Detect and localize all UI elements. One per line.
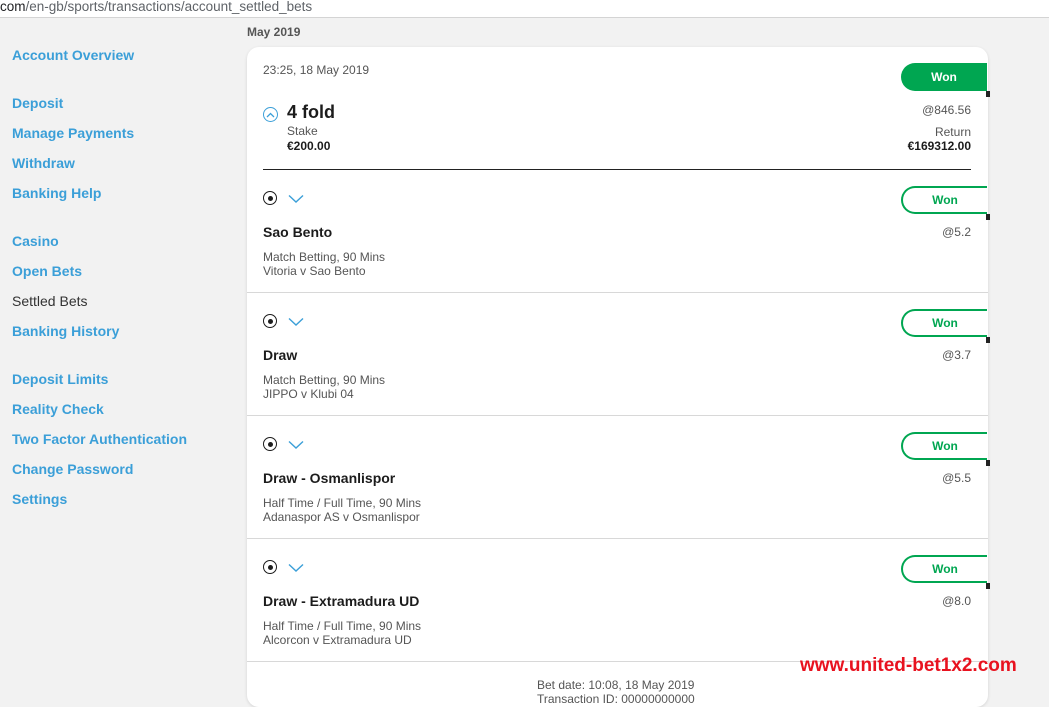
address-bar[interactable]: com/en-gb/sports/transactions/account_se… bbox=[0, 0, 1049, 18]
url-domain: com bbox=[0, 0, 26, 14]
bet-leg: Won Draw @3.7 Match Betting, 90 Mins JIP… bbox=[247, 293, 990, 416]
leg-odds: @5.2 bbox=[942, 225, 971, 239]
sidebar-item-reality-check[interactable]: Reality Check bbox=[12, 401, 104, 417]
leg-market: Match Betting, 90 Mins bbox=[263, 250, 386, 264]
leg-selection: Draw - Osmanlispor bbox=[263, 470, 396, 486]
return-label: Return bbox=[934, 125, 971, 139]
badge-corner bbox=[986, 337, 990, 343]
sidebar-item-change-password[interactable]: Change Password bbox=[12, 461, 133, 477]
url-path: /en-gb/sports/transactions/account_settl… bbox=[25, 0, 313, 14]
chevron-down-icon[interactable] bbox=[288, 317, 304, 327]
stake-value: €200.00 bbox=[287, 139, 331, 153]
leg-selection: Draw bbox=[263, 347, 298, 363]
bet-leg: Won Draw - Extramadura UD @8.0 Half Time… bbox=[247, 539, 990, 662]
sidebar-item-settled-bets[interactable]: Settled Bets bbox=[12, 293, 88, 309]
sidebar-item-withdraw[interactable]: Withdraw bbox=[12, 155, 75, 171]
transaction-id: Transaction ID: 00000000000 bbox=[537, 692, 695, 706]
leg-event: JIPPO v Klubi 04 bbox=[263, 387, 354, 401]
leg-odds: @5.5 bbox=[942, 471, 971, 485]
leg-status-badge: Won bbox=[901, 309, 987, 337]
badge-corner bbox=[986, 214, 990, 220]
sidebar-item-two-factor-authentication[interactable]: Two Factor Authentication bbox=[12, 431, 187, 447]
leg-status-badge: Won bbox=[901, 186, 987, 214]
football-icon bbox=[263, 314, 277, 328]
leg-selection: Draw - Extramadura UD bbox=[263, 593, 420, 609]
sidebar-item-deposit[interactable]: Deposit bbox=[12, 95, 63, 111]
watermark-text: www.united-bet1x2.com bbox=[800, 655, 1017, 676]
leg-market: Match Betting, 90 Mins bbox=[263, 373, 386, 387]
sidebar-item-open-bets[interactable]: Open Bets bbox=[12, 263, 82, 279]
football-icon bbox=[263, 560, 277, 574]
bet-leg: Won Draw - Osmanlispor @5.5 Half Time / … bbox=[247, 416, 990, 539]
return-value: €169312.00 bbox=[907, 139, 971, 153]
sidebar-item-account-overview[interactable]: Account Overview bbox=[12, 47, 134, 63]
leg-event: Alcorcon v Extramadura UD bbox=[263, 633, 412, 647]
bet-footer: Bet date: 10:08, 18 May 2019 Transaction… bbox=[537, 678, 695, 706]
bet-odds: @846.56 bbox=[922, 103, 971, 117]
football-icon bbox=[263, 437, 277, 451]
leg-event: Vitoria v Sao Bento bbox=[263, 264, 366, 278]
leg-selection: Sao Bento bbox=[263, 224, 333, 240]
chevron-up-circle-icon bbox=[266, 112, 275, 117]
sidebar-item-settings[interactable]: Settings bbox=[12, 491, 67, 507]
leg-status-badge: Won bbox=[901, 432, 987, 460]
bet-status-badge: Won bbox=[901, 63, 987, 91]
sidebar-item-banking-help[interactable]: Banking Help bbox=[12, 185, 101, 201]
sidebar-item-banking-history[interactable]: Banking History bbox=[12, 323, 119, 339]
chevron-down-icon[interactable] bbox=[288, 440, 304, 450]
chevron-down-icon[interactable] bbox=[288, 563, 304, 573]
bet-date: Bet date: 10:08, 18 May 2019 bbox=[537, 678, 695, 692]
leg-status-badge: Won bbox=[901, 555, 987, 583]
bet-leg: Won Sao Bento @5.2 Match Betting, 90 Min… bbox=[247, 170, 990, 293]
settled-bet-card: 23:25, 18 May 2019 Won 4 fold Stake €200… bbox=[247, 47, 990, 707]
sidebar-item-deposit-limits[interactable]: Deposit Limits bbox=[12, 371, 108, 387]
bet-type: 4 fold bbox=[287, 102, 335, 122]
badge-corner bbox=[986, 460, 990, 466]
leg-market: Half Time / Full Time, 90 Mins bbox=[263, 619, 422, 633]
leg-odds: @8.0 bbox=[942, 594, 971, 608]
leg-event: Adanaspor AS v Osmanlispor bbox=[263, 510, 420, 524]
chevron-down-icon[interactable] bbox=[288, 194, 304, 204]
football-icon bbox=[263, 191, 277, 205]
leg-market: Half Time / Full Time, 90 Mins bbox=[263, 496, 422, 510]
sidebar-item-manage-payments[interactable]: Manage Payments bbox=[12, 125, 134, 141]
collapse-bet-button[interactable] bbox=[263, 107, 278, 122]
badge-corner bbox=[986, 91, 990, 97]
badge-corner bbox=[986, 583, 990, 589]
bet-datetime: 23:25, 18 May 2019 bbox=[263, 63, 370, 77]
sidebar-item-casino[interactable]: Casino bbox=[12, 233, 59, 249]
month-heading: May 2019 bbox=[247, 25, 301, 39]
stake-label: Stake bbox=[287, 124, 318, 138]
leg-odds: @3.7 bbox=[942, 348, 971, 362]
